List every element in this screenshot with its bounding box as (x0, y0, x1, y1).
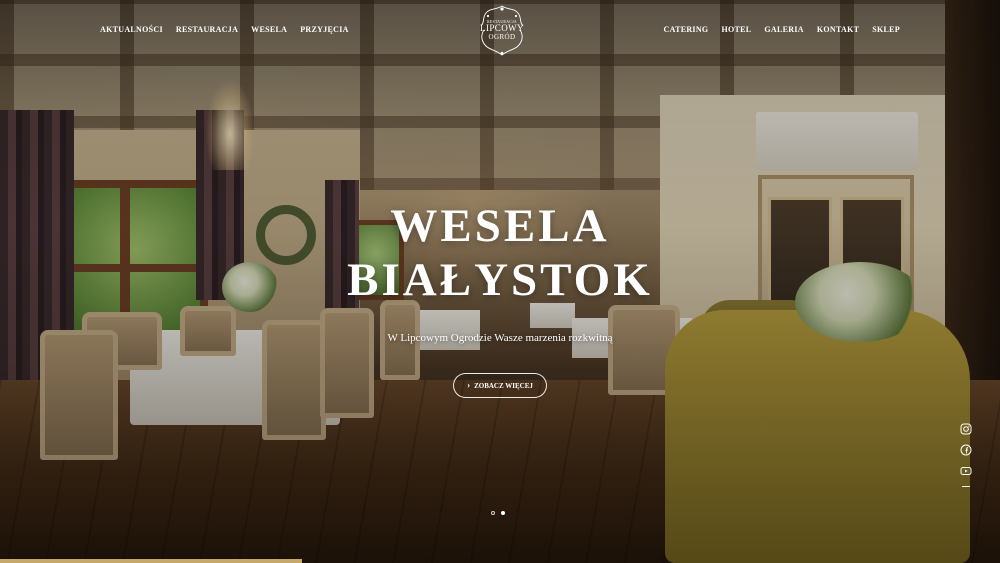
hero-subtitle: W Lipcowym Ogrodzie Wasze marzenia rozkw… (387, 332, 613, 344)
see-more-label: ZOBACZ WIĘCEJ (474, 381, 533, 390)
hero-title: WESELA BIAŁYSTOK (0, 199, 1000, 307)
nav-item-galeria[interactable]: GALERIA (764, 25, 803, 34)
nav-item-aktualnosci[interactable]: AKTUALNOŚCI (100, 25, 163, 34)
hero-section: AKTUALNOŚCI RESTAURACJA WESELA PRZYJĘCIA… (0, 0, 1000, 563)
slider-dot[interactable] (491, 511, 495, 515)
slider-dot-active[interactable] (501, 511, 505, 515)
chevron-right-icon: › (467, 380, 471, 390)
nav-item-catering[interactable]: CATERING (664, 25, 709, 34)
nav-item-wesela[interactable]: WESELA (251, 25, 287, 34)
nav-item-restauracja[interactable]: RESTAURACJA (176, 25, 238, 34)
site-logo[interactable]: RESTAURACJA LIPCOWY OGRÓD (476, 4, 528, 58)
main-nav-right: CATERING HOTEL GALERIA KONTAKT SKLEP (664, 25, 900, 34)
nav-item-sklep[interactable]: SKLEP (872, 25, 900, 34)
hero-title-line2: BIAŁYSTOK (347, 254, 653, 306)
social-divider (962, 486, 970, 487)
slider-progress-bar (0, 559, 302, 563)
main-nav-left: AKTUALNOŚCI RESTAURACJA WESELA PRZYJĘCIA (100, 25, 349, 34)
instagram-icon[interactable] (960, 423, 972, 435)
social-links (958, 423, 974, 487)
nav-item-przyjecia[interactable]: PRZYJĘCIA (300, 25, 348, 34)
logo-name-line2: OGRÓD (488, 33, 516, 41)
youtube-icon[interactable] (960, 465, 972, 477)
hero-title-line1: WESELA (390, 200, 610, 252)
nav-item-kontakt[interactable]: KONTAKT (817, 25, 859, 34)
slider-pagination (491, 511, 505, 515)
facebook-icon[interactable] (960, 444, 972, 456)
nav-item-hotel[interactable]: HOTEL (721, 25, 751, 34)
see-more-button[interactable]: › ZOBACZ WIĘCEJ (453, 373, 547, 398)
logo-name-line1: LIPCOWY (480, 23, 524, 33)
